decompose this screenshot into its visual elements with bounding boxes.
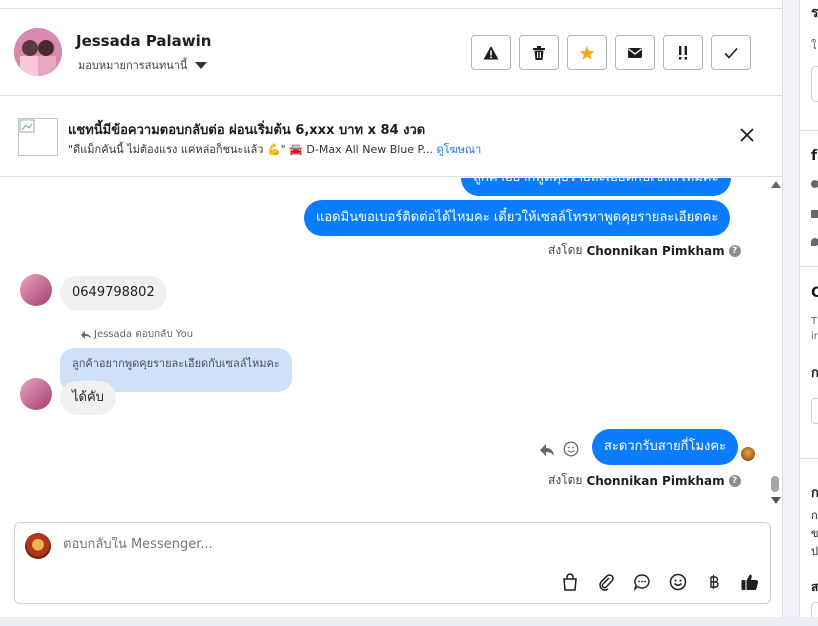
bottom-gutter xyxy=(0,617,818,626)
composer-toolbar xyxy=(559,571,761,593)
trash-icon xyxy=(533,45,545,60)
sent-by-prefix: ส่งโดย xyxy=(548,243,583,257)
reply-icon xyxy=(540,444,554,456)
reply-note-text: Jessada ตอบกลับ You xyxy=(94,329,194,340)
panel-fragment: ir xyxy=(811,331,818,342)
ad-context-banner: แชทนี้มีข้อความตอบกลับต่อ ผ่อนเริ่มต้น 6… xyxy=(0,97,783,177)
message-in[interactable]: ได้คับ xyxy=(60,381,116,415)
page-avatar xyxy=(25,533,51,559)
panel-fragment: f xyxy=(811,148,818,164)
header-actions xyxy=(471,35,751,70)
scroll-down-arrow[interactable] xyxy=(771,497,781,504)
scrollbar-thumb[interactable] xyxy=(771,476,779,492)
panel-fragment: ร xyxy=(811,5,818,21)
message-out[interactable]: ลูกค้าอยากพูดคุยรายละเอียดกับเซลล์ไหมคะ xyxy=(461,178,731,196)
help-icon[interactable]: ? xyxy=(728,244,741,257)
panel-fragment: ส xyxy=(811,580,818,594)
contact-avatar-small[interactable] xyxy=(20,378,52,410)
panel-fragment: ใ xyxy=(811,39,817,52)
star-icon xyxy=(579,45,595,60)
follow-up-button[interactable] xyxy=(663,35,703,70)
message-in[interactable]: 0649798802 xyxy=(60,276,167,310)
reply-note: Jessada ตอบกลับ You xyxy=(80,327,193,342)
caret-down-icon xyxy=(195,61,208,69)
contact-details-panel: ร ใ f C T ir ก ก ก ข ป ส xyxy=(799,0,818,617)
seen-avatar xyxy=(741,447,755,461)
warning-icon xyxy=(483,45,499,59)
scroll-up-arrow[interactable] xyxy=(771,181,781,188)
panel-fragment: C xyxy=(811,285,818,301)
conversation-pane: Jessada Palawin มอบหมายการสนทนานี้ แชทนี… xyxy=(0,0,783,617)
panel-fragment: T xyxy=(811,316,818,327)
ad-thumbnail[interactable] xyxy=(18,118,58,156)
ad-subtitle-text: "ดีแม็กคันนี้ ไม่ต้องแรง แค่หล่อก็ชนะแล้… xyxy=(68,143,433,156)
sent-by-label: ส่งโดย Chonnikan Pimkham ? xyxy=(548,471,741,490)
message-out[interactable]: แอดมินขอเบอร์ติดต่อได้ไหมคะ เดี๋ยวให้เซล… xyxy=(304,200,731,236)
sent-by-name: Chonnikan Pimkham xyxy=(586,243,725,258)
shopping-bag-icon[interactable] xyxy=(559,571,581,593)
mail-icon xyxy=(628,47,642,58)
info-icon xyxy=(811,180,818,188)
assign-conversation-dropdown[interactable]: มอบหมายการสนทนานี้ xyxy=(78,56,208,74)
star-button[interactable] xyxy=(567,35,607,70)
contact-name[interactable]: Jessada Palawin xyxy=(76,32,211,50)
react-button[interactable] xyxy=(563,441,579,461)
location-icon xyxy=(811,238,818,246)
paperclip-icon[interactable] xyxy=(595,571,617,593)
panel-fragment: ข xyxy=(811,527,818,540)
reply-input[interactable] xyxy=(63,537,663,552)
phone-icon xyxy=(811,210,818,218)
panel-fragment: ป xyxy=(811,545,818,558)
panel-input[interactable] xyxy=(811,602,818,617)
view-ad-link[interactable]: ดูโฆษณา xyxy=(436,143,481,156)
panel-fragment: ก xyxy=(811,509,818,522)
sent-by-prefix: ส่งโดย xyxy=(548,473,583,487)
message-composer xyxy=(14,522,771,604)
panel-input[interactable] xyxy=(811,66,818,102)
message-thread[interactable]: ลูกค้าอยากพูดคุยรายละเอียดกับเซลล์ไหมคะ … xyxy=(0,178,770,512)
contact-avatar-small[interactable] xyxy=(20,274,52,306)
mark-unread-button[interactable] xyxy=(615,35,655,70)
delete-button[interactable] xyxy=(519,35,559,70)
mark-done-button[interactable] xyxy=(711,35,751,70)
sent-by-label: ส่งโดย Chonnikan Pimkham ? xyxy=(548,241,741,260)
emoji-icon[interactable] xyxy=(667,571,689,593)
reply-arrow-icon xyxy=(81,330,91,339)
ad-subtitle: "ดีแม็กคันนี้ ไม่ต้องแรง แค่หล่อก็ชนะแล้… xyxy=(68,140,481,158)
contact-avatar[interactable] xyxy=(14,28,62,76)
mark-spam-button[interactable] xyxy=(471,35,511,70)
thumbs-up-icon[interactable] xyxy=(739,571,761,593)
panel-fragment: ก xyxy=(811,362,818,383)
panel-gutter xyxy=(783,0,799,626)
assign-label: มอบหมายการสนทนานี้ xyxy=(78,59,188,72)
close-banner-button[interactable] xyxy=(737,125,757,145)
baht-icon[interactable] xyxy=(703,571,725,593)
double-exclaim-icon xyxy=(679,45,687,60)
chat-bubble-icon[interactable] xyxy=(631,571,653,593)
panel-dropdown[interactable] xyxy=(811,398,818,424)
close-icon xyxy=(740,128,754,142)
ad-title: แชทนี้มีข้อความตอบกลับต่อ ผ่อนเริ่มต้น 6… xyxy=(68,123,426,138)
message-out[interactable]: สะดวกรับสายกี่โมงคะ xyxy=(592,429,739,465)
panel-fragment: ก xyxy=(811,482,818,503)
conversation-header: Jessada Palawin มอบหมายการสนทนานี้ xyxy=(0,8,783,96)
help-icon[interactable]: ? xyxy=(728,474,741,487)
check-icon xyxy=(724,47,738,59)
sent-by-name: Chonnikan Pimkham xyxy=(586,473,725,488)
reply-action-button[interactable] xyxy=(539,442,555,461)
smile-icon xyxy=(563,441,579,457)
